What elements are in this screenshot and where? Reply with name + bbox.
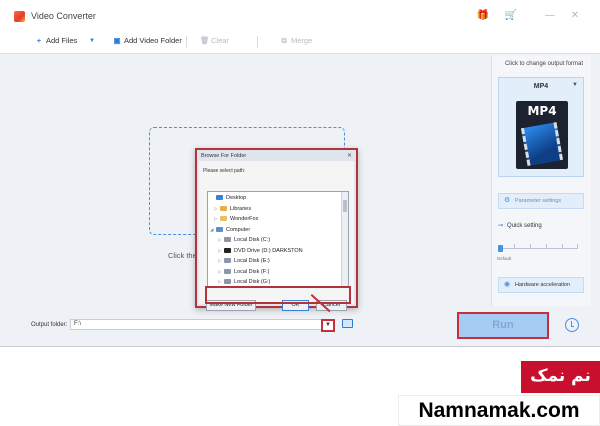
drop-hint-text: Click the (168, 251, 197, 260)
window-title: Video Converter (31, 11, 96, 21)
slider-knob[interactable] (498, 245, 503, 252)
drive-icon (224, 279, 231, 285)
slider-tick (562, 244, 563, 248)
close-button[interactable]: ✕ (568, 9, 582, 23)
slider-track (498, 248, 578, 249)
dialog-buttons-highlight (205, 286, 351, 304)
toolbar: + Add Files ▼ ▣ Add Video Folder 🗑Clear ⧉ M… (0, 30, 600, 54)
dialog-close-button[interactable]: ✕ (347, 152, 352, 159)
trash-icon: 🗑 (200, 36, 210, 45)
add-files-button[interactable]: + Add Files (35, 36, 77, 45)
slider-tick (514, 244, 515, 248)
hardware-acceleration-toggle[interactable]: ◉ Hardware acceleration (498, 277, 584, 293)
title-bar: Video Converter 🎁 🛒 — ✕ (0, 0, 600, 30)
tree-item[interactable]: ▷ Local Disk (F:) (218, 267, 269, 277)
quick-setting-icon: ⊸ (498, 223, 504, 229)
tree-item-label: Libraries (230, 205, 252, 212)
parameter-settings-label: Parameter settings (515, 198, 562, 204)
output-folder-dropdown[interactable]: ▼ (321, 319, 335, 332)
tree-item-label: Computer (226, 226, 251, 233)
add-video-folder-label: Add Video Folder (124, 36, 182, 45)
output-format-title: Click to change output format (504, 61, 584, 67)
merge-button[interactable]: ⧉ Merge (280, 36, 312, 46)
watermark-persian: نم نمک (521, 361, 600, 393)
parameter-settings-button[interactable]: ⚙ Parameter settings (498, 193, 584, 209)
slider-tick (530, 244, 531, 248)
tree-item[interactable]: ▷ WonderFox (214, 214, 258, 224)
run-button[interactable]: Run (457, 312, 549, 339)
folder-icon (220, 216, 227, 222)
dialog-body: Please select path: Desktop ▷ Libraries ▷ Wo… (199, 161, 354, 311)
tree-item-label: Local Disk (F:) (234, 268, 270, 275)
alarm-clock-icon[interactable] (565, 318, 579, 332)
output-format-selector[interactable]: MP4 ▼ MP4 (498, 77, 584, 177)
chevron-down-icon: ▼ (572, 82, 578, 88)
add-video-folder-button[interactable]: ▣ Add Video Folder (113, 36, 182, 45)
drive-icon (224, 258, 231, 264)
film-strip-icon (520, 122, 564, 166)
output-folder-label: Output folder: (31, 322, 68, 328)
minimize-button[interactable]: — (543, 9, 557, 23)
quality-slider[interactable] (498, 244, 578, 252)
quick-setting: ⊸ Quick setting (498, 222, 542, 229)
add-files-label: Add Files (46, 36, 78, 45)
computer-icon (216, 226, 223, 232)
add-files-dropdown[interactable]: ▼ (89, 38, 95, 44)
output-format-name: MP4 (533, 83, 549, 90)
library-icon (220, 205, 227, 211)
drive-icon (224, 268, 231, 274)
tree-scrollbar[interactable] (341, 192, 348, 286)
merge-icon: ⧉ (281, 36, 287, 45)
open-folder-icon[interactable] (342, 319, 353, 328)
desktop-icon (216, 195, 223, 201)
dialog-title: Browse For Folder (201, 153, 247, 159)
settings-icon: ⚙ (504, 197, 511, 204)
tree-item[interactable]: ▷ DVD Drive (D:) DARKSTON (218, 246, 303, 256)
tree-item-label: Local Disk (E:) (234, 258, 270, 264)
dvd-icon (224, 247, 231, 253)
folder-tree[interactable]: Desktop ▷ Libraries ▷ WonderFox ◢ Computer ▷ Loc… (207, 191, 349, 287)
slider-tick (546, 244, 547, 248)
scrollbar-thumb[interactable] (343, 200, 347, 212)
slider-tick (577, 244, 578, 248)
slider-default-label: Default (497, 256, 512, 261)
gift-icon[interactable]: 🎁 (476, 9, 490, 23)
mp4-art-label: MP4 (527, 104, 557, 118)
plus-icon: + (36, 36, 42, 45)
tree-item[interactable]: ▷ Local Disk (C:) (218, 235, 270, 245)
dialog-prompt: Please select path: (203, 168, 246, 174)
toolbar-divider (257, 36, 258, 48)
clear-button[interactable]: 🗑Clear (200, 36, 229, 45)
tree-item-label: Local Disk (C:) (234, 237, 271, 243)
tree-item[interactable]: ▷ Local Disk (E:) (218, 256, 270, 266)
drive-icon (224, 237, 231, 243)
tree-item[interactable]: ▷ Libraries (214, 204, 251, 214)
merge-label: Merge (291, 36, 313, 45)
tree-item[interactable]: ◢ Computer (210, 225, 250, 235)
cart-icon[interactable]: 🛒 (504, 9, 518, 23)
tree-item-label: Local Disk (G:) (234, 279, 271, 285)
quick-setting-label: Quick setting (507, 223, 542, 229)
tree-item-label: WonderFox (230, 216, 259, 222)
mp4-format-icon: MP4 (516, 101, 568, 169)
watermark-site: Namnamak.com (398, 395, 600, 426)
gpu-icon: ◉ (504, 281, 511, 288)
folder-plus-icon: ▣ (113, 36, 121, 45)
output-folder-field[interactable]: F:\ (70, 319, 322, 330)
browse-folder-dialog: Browse For Folder ✕ Please select path: … (195, 148, 358, 311)
tree-item-label: DVD Drive (D:) DARKSTON (234, 247, 303, 254)
clear-label: Clear (211, 36, 229, 45)
toolbar-divider (186, 36, 187, 48)
tree-item[interactable]: Desktop (210, 193, 246, 203)
tree-item-label: Desktop (226, 195, 247, 201)
app-logo-icon (14, 11, 25, 22)
hardware-acceleration-label: Hardware acceleration (515, 282, 571, 288)
